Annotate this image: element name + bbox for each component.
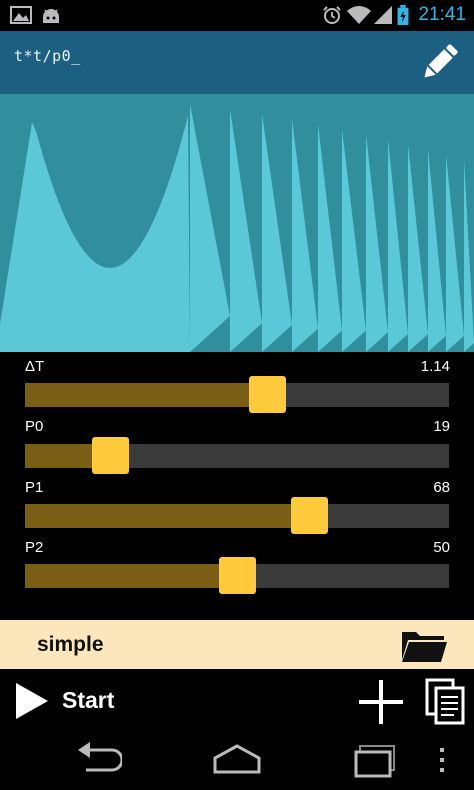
slider-value-dt: 1.14 bbox=[420, 358, 450, 375]
navigation-bar bbox=[0, 732, 474, 790]
slider-value-p0: 19 bbox=[433, 418, 450, 435]
waveform-band bbox=[318, 124, 342, 352]
home-icon[interactable] bbox=[212, 742, 262, 778]
slider-label-p1: P1 bbox=[25, 479, 44, 496]
slider-thumb[interactable] bbox=[291, 497, 329, 534]
waveform-band bbox=[230, 109, 262, 352]
preset-name[interactable]: simple bbox=[37, 633, 104, 657]
preset-bar[interactable]: simple bbox=[0, 620, 474, 669]
waveform-plot bbox=[0, 104, 474, 352]
battery-icon bbox=[397, 5, 409, 25]
waveform-band bbox=[388, 139, 408, 352]
slider-p2[interactable] bbox=[25, 557, 449, 594]
slider-value-p2: 50 bbox=[433, 539, 450, 556]
waveform-band bbox=[292, 119, 318, 352]
play-icon[interactable] bbox=[14, 681, 50, 721]
folder-icon[interactable] bbox=[400, 628, 448, 664]
slider-p0[interactable] bbox=[25, 437, 449, 474]
slider-value-p1: 68 bbox=[433, 479, 450, 496]
waveform-band bbox=[0, 115, 190, 352]
waveform-band bbox=[464, 159, 474, 352]
formula-text[interactable]: t*t/p0_ bbox=[14, 47, 81, 65]
overflow-menu-icon[interactable] bbox=[437, 742, 447, 778]
plus-icon[interactable] bbox=[358, 679, 404, 725]
waveform-visualization bbox=[0, 94, 474, 352]
waveform-band bbox=[428, 149, 446, 352]
waveform-band bbox=[262, 114, 292, 352]
slider-label-p0: P0 bbox=[25, 418, 44, 435]
start-button[interactable]: Start bbox=[62, 687, 114, 714]
copy-icon[interactable] bbox=[424, 677, 466, 725]
alarm-icon bbox=[323, 6, 341, 24]
slider-label-p2: P2 bbox=[25, 539, 44, 556]
parameter-sliders: ΔT 1.14 P0 19 P1 68 P2 50 bbox=[0, 352, 474, 620]
waveform-band bbox=[342, 129, 366, 352]
slider-fill bbox=[25, 383, 267, 407]
recents-icon[interactable] bbox=[354, 742, 400, 778]
waveform-band bbox=[408, 144, 428, 352]
signal-icon bbox=[374, 6, 392, 24]
pencil-icon[interactable] bbox=[418, 40, 462, 84]
bottom-action-bar: Start bbox=[0, 669, 474, 732]
status-bar: 21:41 bbox=[0, 0, 474, 31]
slider-fill bbox=[25, 564, 237, 588]
waveform-band bbox=[190, 104, 230, 352]
slider-label-dt: ΔT bbox=[25, 358, 45, 375]
image-icon bbox=[10, 6, 32, 24]
slider-thumb[interactable] bbox=[219, 557, 256, 594]
formula-bar[interactable]: t*t/p0_ bbox=[0, 31, 474, 94]
clock: 21:41 bbox=[418, 4, 466, 25]
android-icon bbox=[43, 9, 59, 23]
slider-thumb[interactable] bbox=[91, 437, 129, 474]
slider-p1[interactable] bbox=[25, 497, 449, 534]
slider-fill bbox=[25, 504, 310, 528]
slider-dt[interactable] bbox=[25, 376, 449, 413]
wifi-icon bbox=[347, 6, 371, 24]
waveform-band bbox=[366, 134, 388, 352]
waveform-band bbox=[446, 154, 464, 352]
back-icon[interactable] bbox=[76, 742, 122, 778]
slider-thumb[interactable] bbox=[248, 376, 286, 413]
